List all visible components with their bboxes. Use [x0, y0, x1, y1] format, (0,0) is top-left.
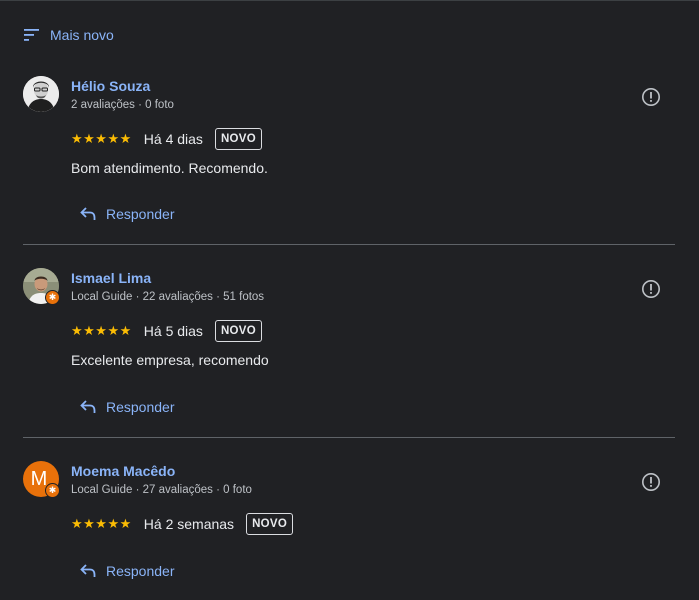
reply-button[interactable]: Responder — [80, 561, 175, 581]
sort-label: Mais novo — [50, 27, 114, 43]
sort-lines-icon — [24, 29, 39, 41]
star-rating: ★★★★★ — [71, 131, 132, 146]
reply-button[interactable]: Responder — [80, 397, 175, 417]
reply-arrow-icon — [80, 207, 96, 220]
reviewer-meta: Local Guide · 22 avaliações · 51 fotos — [71, 291, 265, 303]
avatar[interactable] — [23, 76, 59, 112]
avatar-photo — [23, 76, 59, 112]
reviewer-name[interactable]: Ismael Lima — [71, 270, 151, 286]
star-rating: ★★★★★ — [71, 323, 132, 338]
avatar[interactable]: M ✱ — [23, 461, 60, 498]
reply-label: Responder — [106, 206, 175, 222]
local-guide-star-icon: ✱ — [45, 290, 60, 305]
new-badge: NOVO — [246, 513, 294, 535]
review-date: Há 4 dias — [143, 131, 203, 147]
rating-row: ★★★★★ Há 5 dias NOVO — [71, 319, 263, 343]
report-exclamation-icon[interactable] — [641, 472, 661, 492]
review-date: Há 2 semanas — [143, 516, 235, 532]
reviewer-meta: Local Guide · 27 avaliações · 0 foto — [71, 484, 252, 496]
reviewer-meta: 2 avaliações · 0 foto — [71, 99, 174, 111]
new-badge: NOVO — [214, 128, 263, 150]
review-divider — [23, 244, 675, 245]
reply-label: Responder — [106, 563, 175, 579]
report-exclamation-icon[interactable] — [641, 279, 661, 299]
reply-arrow-icon — [80, 400, 96, 413]
reviewer-name[interactable]: Hélio Souza — [71, 78, 150, 94]
top-divider — [0, 0, 699, 1]
review-date: Há 5 dias — [143, 323, 203, 339]
rating-row: ★★★★★ Há 2 semanas NOVO — [71, 512, 294, 536]
avatar[interactable]: ✱ — [23, 268, 60, 305]
review-divider — [23, 437, 675, 438]
review-text: Excelente empresa, recomendo — [71, 352, 269, 368]
report-exclamation-icon[interactable] — [641, 87, 661, 107]
reply-arrow-icon — [80, 564, 96, 577]
rating-row: ★★★★★ Há 4 dias NOVO — [71, 127, 263, 151]
sort-button[interactable]: Mais novo — [24, 26, 114, 44]
local-guide-star-icon: ✱ — [45, 483, 60, 498]
star-rating: ★★★★★ — [71, 516, 132, 531]
review-text: Bom atendimento. Recomendo. — [71, 160, 268, 176]
reply-label: Responder — [106, 399, 175, 415]
new-badge: NOVO — [214, 320, 263, 342]
reviewer-name[interactable]: Moema Macêdo — [71, 463, 175, 479]
reply-button[interactable]: Responder — [80, 204, 175, 224]
